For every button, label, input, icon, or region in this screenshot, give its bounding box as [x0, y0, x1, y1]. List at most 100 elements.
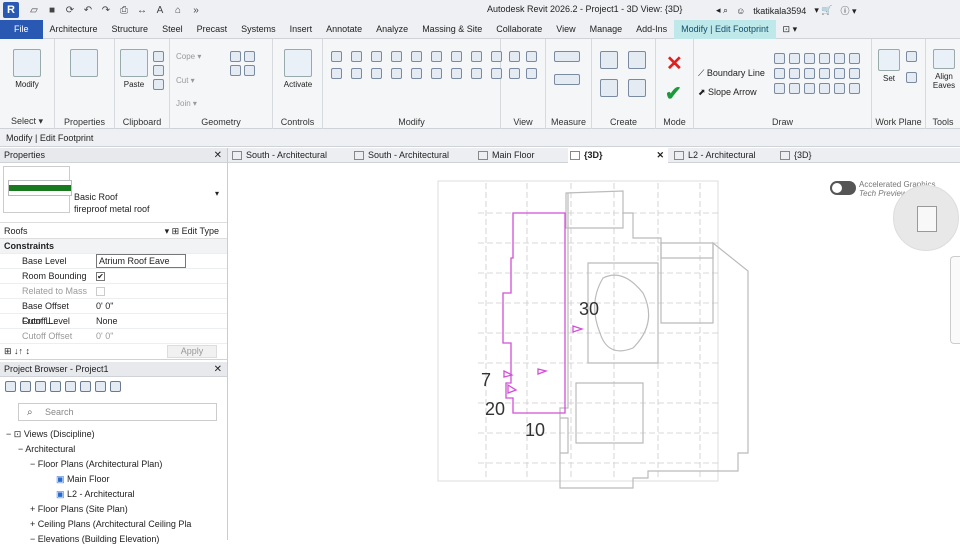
tab-structure[interactable]: Structure: [105, 20, 156, 39]
tree-item[interactable]: − ⊡ Views (Discipline): [0, 427, 227, 442]
measure-distance-icon[interactable]: [554, 51, 580, 62]
tab-massing-site[interactable]: Massing & Site: [415, 20, 489, 39]
base-level-field[interactable]: Atrium Roof Eave: [96, 254, 186, 268]
tab-manage[interactable]: Manage: [583, 20, 630, 39]
spline-icon[interactable]: [834, 68, 845, 79]
create-part-icon[interactable]: [600, 51, 618, 69]
circumscribed-polygon-icon[interactable]: [819, 53, 830, 64]
close-browser-icon[interactable]: ✕: [214, 362, 222, 377]
view-tab-l2[interactable]: L2 - Architectural: [672, 148, 772, 163]
paint-icon[interactable]: [230, 65, 241, 76]
hide-icon[interactable]: [509, 51, 520, 62]
tree-item[interactable]: ▣ Main Floor: [0, 472, 227, 487]
tab-systems[interactable]: Systems: [234, 20, 283, 39]
fillet-arc-icon[interactable]: [819, 68, 830, 79]
trim-multiple-icon[interactable]: [451, 68, 462, 79]
tab-annotate[interactable]: Annotate: [319, 20, 369, 39]
tab-file[interactable]: File: [0, 19, 43, 39]
tree-item[interactable]: + Floor Plans (Site Plan): [0, 502, 227, 517]
dimension-icon[interactable]: [554, 74, 580, 85]
cut-icon[interactable]: [153, 51, 164, 62]
tab-analyze[interactable]: Analyze: [369, 20, 415, 39]
tangent-arc-icon[interactable]: [804, 68, 815, 79]
text-icon[interactable]: A: [154, 5, 166, 16]
ellipse-icon[interactable]: [774, 83, 785, 94]
cope-button[interactable]: Cope ▾: [176, 52, 201, 61]
draw-dropdown-icon[interactable]: [834, 83, 845, 94]
tab-steel[interactable]: Steel: [155, 20, 190, 39]
view-tab-3d[interactable]: {3D}: [778, 148, 838, 163]
link-icon[interactable]: [95, 381, 106, 392]
user-icon[interactable]: ☺: [736, 6, 745, 16]
move-icon[interactable]: [331, 68, 342, 79]
inscribed-polygon-icon[interactable]: [804, 53, 815, 64]
line-icon[interactable]: [774, 53, 785, 64]
copy-element-icon[interactable]: [351, 68, 362, 79]
draw-more-icon[interactable]: [849, 68, 860, 79]
collapse-icon[interactable]: −: [30, 534, 38, 544]
ref-plane-icon[interactable]: [906, 51, 917, 62]
expand-icon[interactable]: +: [30, 519, 38, 529]
redo-icon[interactable]: ↷: [100, 5, 112, 16]
rotate-icon[interactable]: [371, 68, 382, 79]
sync-icon[interactable]: ⟳: [64, 5, 76, 16]
home-icon[interactable]: ⌂: [172, 5, 184, 16]
cut-geometry-button[interactable]: Cut ▾: [176, 76, 195, 85]
boundary-line-button[interactable]: ⟋ Boundary Line: [698, 68, 765, 79]
pick-lines-icon[interactable]: [804, 83, 815, 94]
close-properties-icon[interactable]: ✕: [214, 148, 222, 163]
activate-button[interactable]: Activate: [277, 49, 319, 89]
split-gap-icon[interactable]: [431, 51, 442, 62]
legend-icon[interactable]: [50, 381, 61, 392]
home-view-icon[interactable]: [5, 381, 16, 392]
trim-icon[interactable]: [391, 68, 402, 79]
array-icon[interactable]: [411, 68, 422, 79]
view-tab-main-floor[interactable]: Main Floor: [476, 148, 562, 163]
view-tab-south-1[interactable]: South - Architectural: [230, 148, 348, 163]
slope-arrow-button[interactable]: ⬈ Slope Arrow: [698, 87, 757, 98]
expand-icon[interactable]: +: [30, 504, 38, 514]
binoculars-icon[interactable]: ◂ ⌕: [716, 5, 728, 16]
create-assembly-icon[interactable]: [600, 79, 618, 97]
tab-view[interactable]: View: [549, 20, 582, 39]
undo-icon[interactable]: ↶: [82, 5, 94, 16]
type-selector[interactable]: Basic Roof fireproof metal roof ▾: [0, 163, 227, 223]
tab-insert[interactable]: Insert: [283, 20, 320, 39]
mirror-draw-icon[interactable]: [391, 51, 402, 62]
circle-icon[interactable]: [834, 53, 845, 64]
tree-item[interactable]: ▣ L2 - Architectural: [0, 487, 227, 502]
cart-icon[interactable]: ▾ 🛒: [814, 5, 832, 16]
wall-joins-icon[interactable]: [230, 51, 241, 62]
view-tab-3d-active[interactable]: {3D} ✕: [568, 148, 668, 163]
tab-add-ins[interactable]: Add-Ins: [629, 20, 674, 39]
more-icon[interactable]: »: [190, 5, 202, 16]
paste-button[interactable]: Paste: [119, 49, 149, 89]
viewcube-face[interactable]: [917, 206, 937, 232]
viewcube[interactable]: [893, 185, 959, 251]
unpin-icon[interactable]: [471, 51, 482, 62]
create-similar-icon[interactable]: [628, 79, 646, 97]
align-eaves-button[interactable]: Align Eaves: [929, 49, 959, 90]
create-group-icon[interactable]: [628, 51, 646, 69]
match-icon[interactable]: [153, 79, 164, 90]
tab-modify-edit-footprint[interactable]: Modify | Edit Footprint: [674, 19, 776, 39]
schedule-icon[interactable]: [35, 381, 46, 392]
delete-icon[interactable]: [471, 68, 482, 79]
room-bounding-checkbox[interactable]: ✔: [96, 272, 105, 281]
override-icon[interactable]: [526, 51, 537, 62]
help-icon[interactable]: ⓘ ▾: [841, 4, 857, 17]
linework-icon[interactable]: [509, 68, 520, 79]
base-offset-value[interactable]: 0' 0": [92, 299, 227, 313]
properties-sort-icons[interactable]: ⊞ ↓↑ ↕: [4, 346, 30, 357]
finish-edit-icon[interactable]: ✔: [665, 81, 682, 106]
modify-button[interactable]: Modify: [8, 49, 46, 89]
close-tab-icon[interactable]: ✕: [656, 148, 664, 163]
tab-architecture[interactable]: Architecture: [43, 20, 105, 39]
chevron-down-icon[interactable]: ▾: [215, 189, 219, 198]
open-icon[interactable]: ▱: [28, 5, 40, 16]
draw-option-icon[interactable]: [849, 83, 860, 94]
demolish-icon[interactable]: [244, 65, 255, 76]
cutoff-level-value[interactable]: None: [92, 314, 227, 328]
align-icon[interactable]: [331, 51, 342, 62]
trim-single-icon[interactable]: [431, 68, 442, 79]
